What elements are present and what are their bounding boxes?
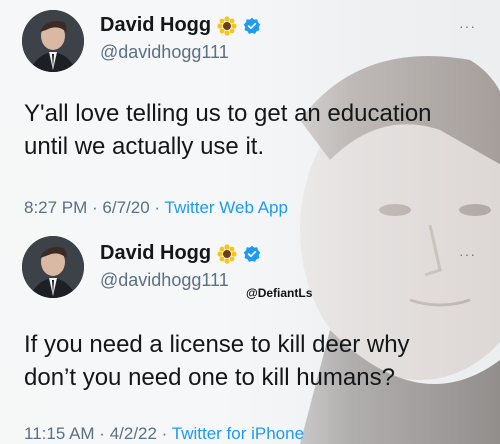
separator: · bbox=[94, 424, 110, 443]
watermark-text: @DefiantLs bbox=[246, 286, 313, 300]
tweet-time[interactable]: 11:15 AM bbox=[24, 424, 95, 443]
display-name[interactable]: David Hogg bbox=[100, 242, 211, 265]
sunflower-icon bbox=[217, 243, 237, 264]
tweet-text-line: Y'all love telling us to get an educatio… bbox=[24, 100, 432, 127]
sunflower-icon bbox=[217, 15, 237, 36]
tweet-metadata: 11:15 AM · 4/2/22 · Twitter for iPhone bbox=[24, 424, 304, 444]
display-name[interactable]: David Hogg bbox=[100, 14, 211, 37]
tweet-text: Y'all love telling us to get an educatio… bbox=[24, 97, 484, 163]
handle[interactable]: @davidhogg111 bbox=[100, 42, 229, 63]
tweet-text-line: until we actually use it. bbox=[24, 133, 265, 160]
tweet-text-line: If you need a license to kill deer why bbox=[24, 331, 410, 358]
verified-badge-icon bbox=[243, 245, 261, 262]
avatar[interactable] bbox=[22, 10, 84, 72]
more-options-icon[interactable]: ··· bbox=[459, 246, 476, 262]
separator: · bbox=[149, 198, 165, 217]
tweet-date[interactable]: 6/7/20 bbox=[102, 198, 149, 217]
tweet-source[interactable]: Twitter Web App bbox=[165, 198, 288, 217]
separator: · bbox=[156, 424, 172, 443]
verified-badge-icon bbox=[243, 17, 261, 34]
more-options-icon[interactable]: ··· bbox=[459, 18, 476, 34]
tweet-time[interactable]: 8:27 PM bbox=[24, 198, 87, 217]
avatar[interactable] bbox=[22, 236, 84, 298]
tweet-text-line: don’t you need one to kill humans? bbox=[24, 364, 395, 391]
tweet-text: If you need a license to kill deer why d… bbox=[24, 328, 484, 394]
tweet-metadata: 8:27 PM · 6/7/20 · Twitter Web App bbox=[24, 198, 288, 218]
separator: · bbox=[87, 198, 103, 217]
handle[interactable]: @davidhogg111 bbox=[100, 270, 229, 291]
tweet-date[interactable]: 4/2/22 bbox=[110, 424, 157, 443]
tweet-source[interactable]: Twitter for iPhone bbox=[172, 424, 304, 443]
